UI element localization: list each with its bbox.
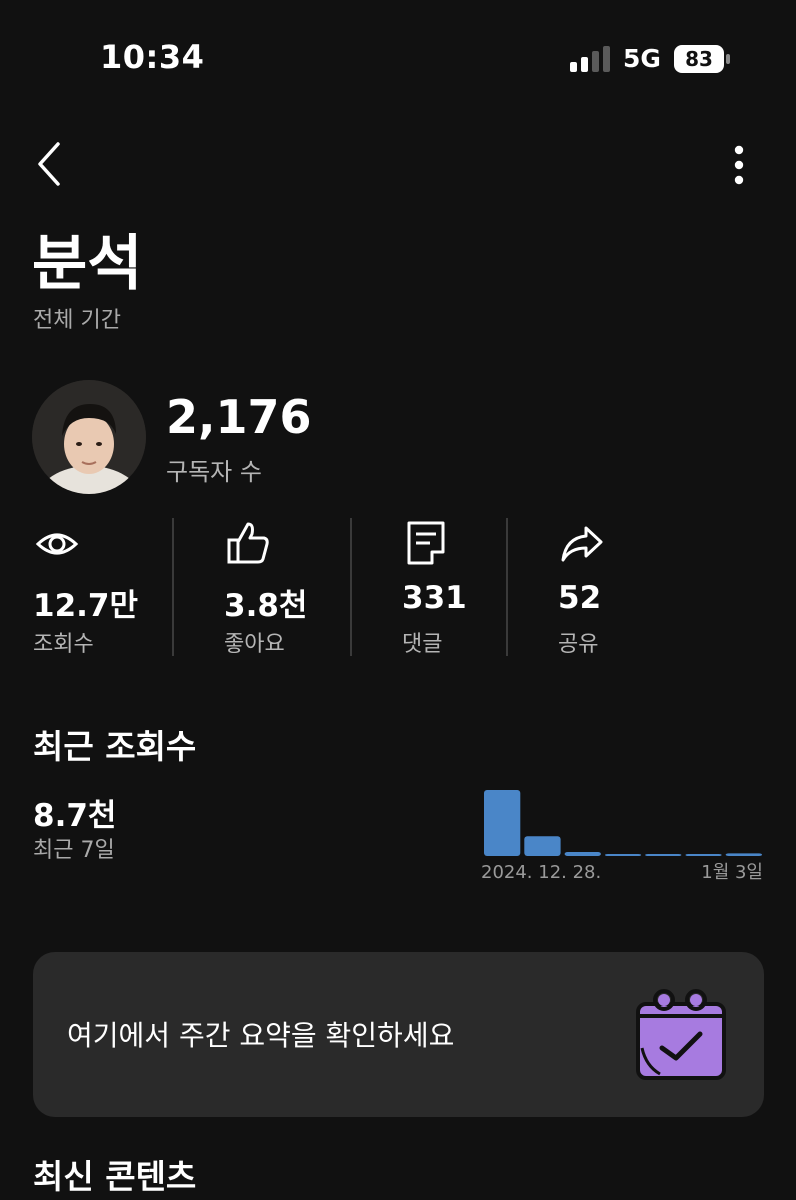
comment-icon bbox=[407, 521, 445, 565]
stat-shares-value: 52 bbox=[558, 580, 602, 616]
chart-tick-label: 1월 3일 bbox=[701, 862, 763, 883]
stat-comments-value: 331 bbox=[402, 580, 467, 616]
avatar-photo bbox=[32, 380, 146, 494]
stat-views-value: 12.7만 bbox=[33, 588, 139, 624]
stat-comments-label: 댓글 bbox=[402, 632, 443, 657]
stat-divider bbox=[350, 518, 352, 656]
chart-bar[interactable] bbox=[604, 854, 642, 856]
stat-views-label: 조회수 bbox=[33, 632, 94, 657]
battery-indicator: 83 bbox=[674, 45, 730, 73]
eye-icon bbox=[35, 533, 79, 555]
subscriber-count: 2,176 bbox=[166, 390, 312, 444]
chart-bar[interactable] bbox=[645, 854, 682, 856]
stat-likes-label: 좋아요 bbox=[224, 632, 285, 657]
battery-level: 83 bbox=[685, 47, 713, 71]
status-time: 10:34 bbox=[100, 38, 205, 76]
recent-views-period: 최근 7일 bbox=[33, 838, 115, 863]
page-title: 분석 bbox=[32, 229, 143, 299]
share-icon bbox=[561, 526, 603, 562]
subscriber-label: 구독자 수 bbox=[166, 458, 262, 486]
stat-divider bbox=[172, 518, 174, 656]
chart-bar[interactable] bbox=[484, 790, 521, 856]
more-options-icon[interactable] bbox=[722, 140, 756, 190]
stat-divider bbox=[506, 518, 508, 656]
stat-shares-label: 공유 bbox=[558, 632, 599, 657]
signal-icon bbox=[570, 46, 610, 72]
weekly-summary-text: 여기에서 주간 요약을 확인하세요 bbox=[67, 1019, 455, 1052]
back-button[interactable] bbox=[30, 138, 70, 190]
recent-views-chart[interactable]: 2024. 12. 28. 1월 3일 bbox=[478, 780, 768, 890]
chart-bar[interactable] bbox=[685, 854, 722, 856]
chart-bar[interactable] bbox=[725, 853, 762, 856]
period-label[interactable]: 전체 기간 bbox=[33, 302, 121, 334]
calendar-check-icon bbox=[636, 989, 726, 1080]
chart-bar[interactable] bbox=[564, 852, 601, 856]
chart-tick-label: 2024. 12. 28. bbox=[481, 862, 601, 883]
recent-views-title: 최근 조회수 bbox=[33, 727, 197, 766]
thumbs-up-icon bbox=[227, 522, 269, 564]
chart-bar[interactable] bbox=[524, 836, 561, 856]
latest-content-title: 최신 콘텐츠 bbox=[33, 1157, 197, 1196]
stat-likes-value: 3.8천 bbox=[224, 588, 308, 624]
recent-views-value: 8.7천 bbox=[33, 798, 117, 834]
network-type: 5G bbox=[623, 44, 661, 73]
avatar[interactable] bbox=[32, 380, 146, 494]
